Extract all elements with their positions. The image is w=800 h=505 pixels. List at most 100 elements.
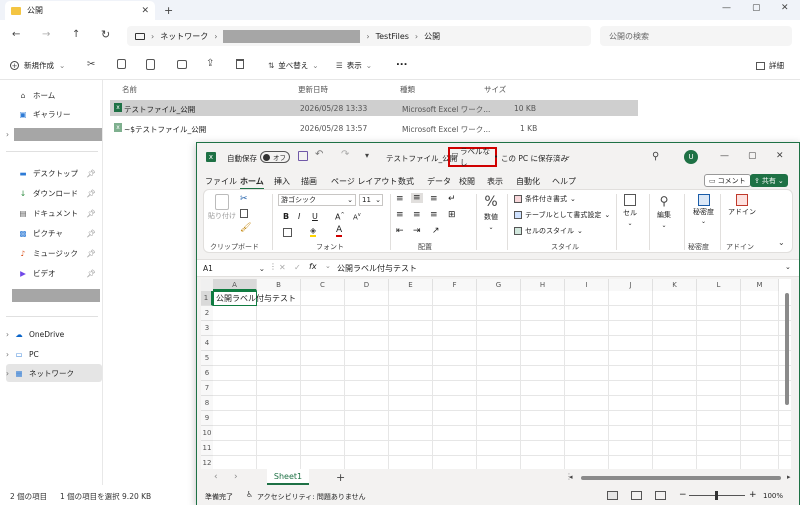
row-header-9[interactable]: 9 [201,411,213,426]
forward-icon[interactable]: → [42,29,50,40]
align-middle-icon[interactable]: ≡ [411,193,423,203]
indent-increase-icon[interactable]: ⇥ [413,226,421,236]
tab-page-layout[interactable]: ページ レイアウト [331,176,397,187]
nav-item-onedrive[interactable]: › ☁ OneDrive [6,325,102,343]
column-header-m[interactable]: M [741,279,779,291]
share-icon[interactable]: ⇪ [206,58,214,69]
tab-insert[interactable]: 挿入 [274,176,290,187]
scroll-left-icon[interactable]: ◂ [569,473,573,481]
format-painter-icon[interactable]: 🖌︎ [240,223,251,233]
wrap-text-icon[interactable]: ↵ [448,194,456,204]
maximize-icon[interactable]: ▢ [748,151,757,161]
undo-icon[interactable]: ↶ [315,149,323,160]
row-header-4[interactable]: 4 [201,336,213,351]
cut-icon[interactable]: ✂ [87,59,95,70]
nav-item-videos[interactable]: ▶ ビデオ 📌︎ [6,264,102,282]
sensitivity-label-box[interactable]: ⛉ ラベルなし [448,147,497,167]
breadcrumb-testfiles[interactable]: TestFiles [376,32,409,41]
indent-decrease-icon[interactable]: ⇤ [396,226,404,236]
saved-status[interactable]: この PC に保存済み [501,153,568,164]
zoom-slider-thumb[interactable] [715,491,718,500]
maximize-icon[interactable]: ▢ [752,3,761,13]
minimize-icon[interactable]: — [720,151,729,161]
copy-icon[interactable] [240,209,248,218]
search-icon[interactable]: ⚲ [652,151,659,162]
redo-icon[interactable]: ↷ [341,149,349,160]
col-name[interactable]: 名前 [122,84,137,95]
row-header-3[interactable]: 3 [201,321,213,336]
expand-formula-icon[interactable]: ⌄ [785,263,791,271]
breadcrumb[interactable]: › ネットワーク › › TestFiles › 公開 [127,26,591,46]
scroll-right-icon[interactable]: ▸ [787,473,791,481]
pin-icon[interactable]: 📌︎ [86,229,96,238]
col-type[interactable]: 種類 [400,84,415,95]
fill-color-icon[interactable]: ◈ [310,226,317,237]
row-header-2[interactable]: 2 [201,306,213,321]
column-header-h[interactable]: H [521,279,565,291]
new-tab-icon[interactable]: + [164,4,173,17]
cut-icon[interactable]: ✂ [240,194,248,204]
column-header-i[interactable]: I [565,279,609,291]
normal-view-icon[interactable] [607,491,618,500]
column-header-l[interactable]: L [697,279,741,291]
worksheet-grid[interactable]: ABCDEFGHIJKLM 1 2 3 4 5 6 7 8 9 10 11 12 公開ラベル付与テスト [201,279,791,471]
pin-icon[interactable]: 📌︎ [86,169,96,178]
nav-item-pictures[interactable]: ▩ ピクチャ 📌︎ [6,224,102,242]
select-all-corner[interactable] [201,279,213,291]
delete-icon[interactable] [236,59,244,69]
tab-file[interactable]: ファイル [205,176,237,187]
view-button[interactable]: ☰ 表示 ⌄ [336,60,372,71]
more-button[interactable]: ... [396,57,407,68]
font-shrink-button[interactable]: Av [353,212,361,221]
column-header-e[interactable]: E [389,279,433,291]
merge-icon[interactable]: ⊞ [448,210,456,220]
column-header-a[interactable]: A [213,279,257,291]
row-header-10[interactable]: 10 [201,426,213,441]
collapse-ribbon-icon[interactable]: ⌄ [778,238,785,247]
rename-icon[interactable] [177,60,187,69]
avatar[interactable]: U [684,150,698,164]
editing-button[interactable]: ⚲ 編集 ⌄ [657,194,671,229]
row-header-8[interactable]: 8 [201,396,213,411]
cancel-entry-icon[interactable]: ✕ [279,263,286,272]
tab-draw[interactable]: 描画 [301,176,317,187]
column-header-c[interactable]: C [301,279,345,291]
tab-data[interactable]: データ [427,176,451,187]
page-layout-view-icon[interactable] [631,491,642,500]
row-header-1[interactable]: 1 [201,291,213,306]
nav-item-downloads[interactable]: ↓ ダウンロード 📌︎ [6,184,102,202]
next-sheet-icon[interactable]: › [234,472,238,482]
explorer-tab[interactable]: 公開 ✕ [5,1,155,20]
col-size[interactable]: サイズ [484,84,506,95]
autosave-toggle[interactable]: オフ [260,151,290,163]
paste-icon[interactable] [146,59,155,70]
format-as-table-button[interactable]: テーブルとして書式設定 ⌄ [514,210,610,220]
column-header-g[interactable]: G [477,279,521,291]
zoom-in-button[interactable]: + [749,490,757,500]
vertical-scrollbar[interactable] [785,293,789,405]
nav-item-redacted-2[interactable] [12,286,100,304]
number-format-button[interactable]: % 数値 ⌄ [484,194,498,231]
font-size-select[interactable]: 11 ⌄ [359,194,383,206]
zoom-out-button[interactable]: − [679,490,687,500]
breadcrumb-public[interactable]: 公開 [424,31,440,42]
row-header-7[interactable]: 7 [201,381,213,396]
formula-input[interactable]: 公開ラベル付与テスト [337,263,417,274]
search-box[interactable]: 公開の検索 [600,26,792,46]
nav-item-documents[interactable]: ▤ ドキュメント 📌︎ [6,204,102,222]
nav-item-pc[interactable]: › ▭ PC [6,345,102,363]
breadcrumb-network[interactable]: ネットワーク [160,31,208,42]
share-button[interactable]: ⇪ 共有 ⌄ [750,174,788,187]
orientation-icon[interactable]: ↗ [432,226,440,236]
copy-icon[interactable] [117,59,126,69]
nav-item-gallery[interactable]: ▣ ギャラリー [6,105,102,123]
customize-qat-icon[interactable]: ▾ [365,151,369,160]
horizontal-scrollbar[interactable] [581,476,781,480]
font-color-icon[interactable]: A [336,225,343,237]
nav-item-network[interactable]: › ▦ ネットワーク [6,364,102,382]
col-date[interactable]: 更新日時 [298,84,328,95]
up-icon[interactable]: ↑ [72,29,80,40]
row-header-6[interactable]: 6 [201,366,213,381]
pin-icon[interactable]: 📌︎ [86,209,96,218]
align-right-icon[interactable]: ≡ [430,210,438,220]
